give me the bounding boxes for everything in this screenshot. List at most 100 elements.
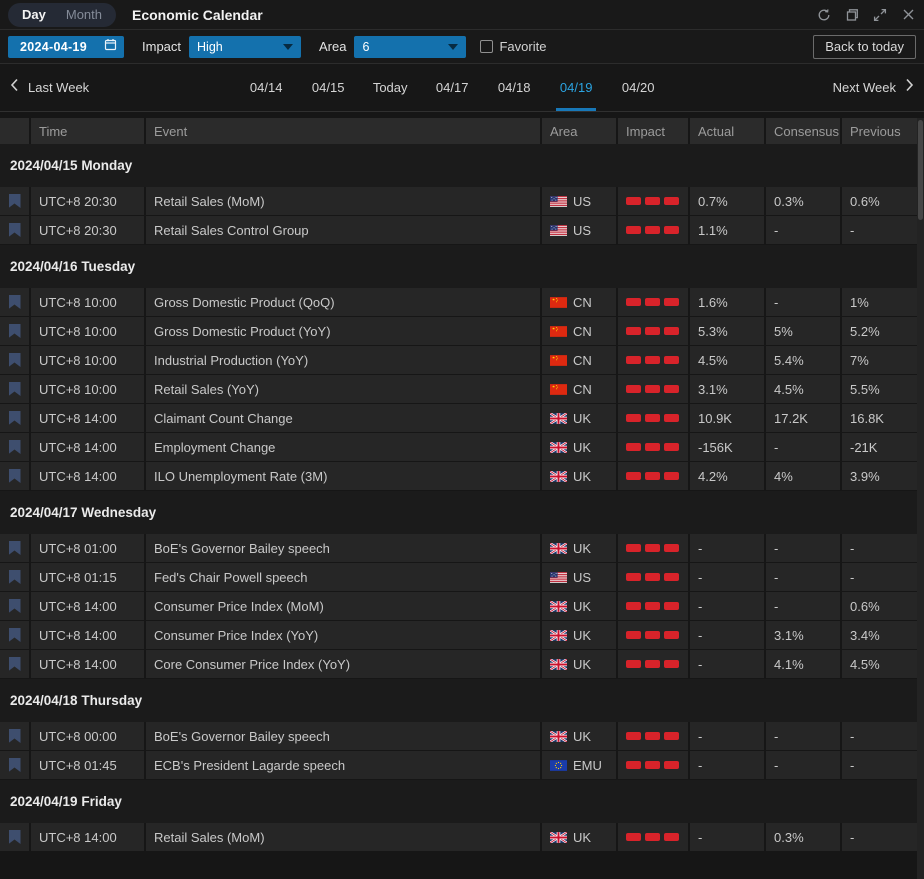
flag-cn-icon [550, 355, 567, 366]
event-cell: Consumer Price Index (YoY) [146, 621, 540, 649]
impact-cell [618, 375, 688, 403]
area-code: UK [573, 657, 591, 672]
day-tabs: 04/1404/15Today04/1704/1804/1904/20 [235, 64, 669, 111]
time-cell: UTC+8 10:00 [31, 346, 144, 374]
impact-dropdown[interactable]: High [189, 36, 301, 58]
consensus-cell: - [766, 288, 840, 316]
previous-cell: 3.4% [842, 621, 924, 649]
actual-cell: - [690, 563, 764, 591]
scrollbar-thumb[interactable] [918, 120, 923, 220]
bookmark-icon[interactable] [9, 570, 21, 584]
bookmark-icon[interactable] [9, 541, 21, 555]
favorite-checkbox-group[interactable]: Favorite [480, 39, 546, 54]
table-row[interactable]: UTC+8 01:00BoE's Governor Bailey speechU… [0, 534, 924, 562]
consensus-cell: 4.5% [766, 375, 840, 403]
table-row[interactable]: UTC+8 14:00Claimant Count ChangeUK10.9K1… [0, 404, 924, 432]
bookmark-cell [0, 187, 29, 215]
day-tab-04-20[interactable]: 04/20 [607, 64, 669, 111]
day-section-header: 2024/04/16 Tuesday [0, 245, 924, 288]
table-row[interactable]: UTC+8 14:00Core Consumer Price Index (Yo… [0, 650, 924, 678]
favorite-checkbox[interactable] [480, 40, 493, 53]
tab-month[interactable]: Month [56, 3, 112, 27]
popout-icon[interactable] [844, 7, 860, 23]
previous-cell: -21K [842, 433, 924, 461]
bookmark-icon[interactable] [9, 295, 21, 309]
table-row[interactable]: UTC+8 14:00ILO Unemployment Rate (3M)UK4… [0, 462, 924, 490]
time-cell: UTC+8 14:00 [31, 404, 144, 432]
close-icon[interactable] [900, 7, 916, 23]
next-week-button[interactable]: Next Week [833, 64, 914, 111]
bookmark-icon[interactable] [9, 223, 21, 237]
previous-cell: - [842, 722, 924, 750]
date-picker[interactable]: 2024-04-19 [8, 36, 124, 58]
flag-us-icon [550, 225, 567, 236]
day-tab-04-17[interactable]: 04/17 [421, 64, 483, 111]
event-cell: BoE's Governor Bailey speech [146, 722, 540, 750]
table-row[interactable]: UTC+8 14:00Consumer Price Index (MoM)UK-… [0, 592, 924, 620]
table-row[interactable]: UTC+8 14:00Retail Sales (MoM)UK-0.3%- [0, 823, 924, 851]
area-cell: CN [542, 317, 616, 345]
area-code: UK [573, 541, 591, 556]
back-to-today-button[interactable]: Back to today [813, 35, 916, 59]
bookmark-icon[interactable] [9, 758, 21, 772]
bookmark-icon[interactable] [9, 353, 21, 367]
table-row[interactable]: UTC+8 00:00BoE's Governor Bailey speechU… [0, 722, 924, 750]
table-row[interactable]: UTC+8 10:00Gross Domestic Product (QoQ)C… [0, 288, 924, 316]
consensus-cell: - [766, 722, 840, 750]
bookmark-icon[interactable] [9, 411, 21, 425]
day-tab-04-18[interactable]: 04/18 [483, 64, 545, 111]
table-row[interactable]: UTC+8 20:30Retail Sales Control GroupUS1… [0, 216, 924, 244]
table-row[interactable]: UTC+8 14:00Employment ChangeUK-156K--21K [0, 433, 924, 461]
area-cell: CN [542, 346, 616, 374]
flag-emu-icon [550, 760, 567, 771]
time-cell: UTC+8 14:00 [31, 592, 144, 620]
time-cell: UTC+8 00:00 [31, 722, 144, 750]
bookmark-cell [0, 563, 29, 591]
consensus-cell: 0.3% [766, 187, 840, 215]
impact-bars-icon [626, 602, 679, 610]
area-code: CN [573, 382, 592, 397]
day-tab-04-15[interactable]: 04/15 [297, 64, 359, 111]
bookmark-icon[interactable] [9, 194, 21, 208]
previous-cell: 5.5% [842, 375, 924, 403]
time-cell: UTC+8 14:00 [31, 462, 144, 490]
table-row[interactable]: UTC+8 10:00Gross Domestic Product (YoY) C… [0, 317, 924, 345]
tab-day[interactable]: Day [12, 3, 56, 27]
expand-icon[interactable] [872, 7, 888, 23]
area-code: CN [573, 324, 592, 339]
flag-cn-icon [550, 384, 567, 395]
chevron-down-icon [283, 44, 293, 50]
refresh-icon[interactable] [816, 7, 832, 23]
table-row[interactable]: UTC+8 14:00Consumer Price Index (YoY)UK-… [0, 621, 924, 649]
last-week-label: Last Week [28, 80, 89, 95]
bookmark-icon[interactable] [9, 830, 21, 844]
table-row[interactable]: UTC+8 20:30Retail Sales (MoM)US0.7%0.3%0… [0, 187, 924, 215]
table-row[interactable]: UTC+8 10:00Industrial Production (YoY)CN… [0, 346, 924, 374]
bookmark-icon[interactable] [9, 469, 21, 483]
table-row[interactable]: UTC+8 01:15Fed's Chair Powell speechUS--… [0, 563, 924, 591]
bookmark-icon[interactable] [9, 382, 21, 396]
day-tab-today[interactable]: Today [359, 64, 421, 111]
bookmark-icon[interactable] [9, 628, 21, 642]
area-value: 6 [362, 40, 369, 54]
area-cell: UK [542, 462, 616, 490]
vertical-scrollbar[interactable] [917, 118, 924, 879]
time-cell: UTC+8 01:45 [31, 751, 144, 779]
impact-bars-icon [626, 414, 679, 422]
event-cell: Gross Domestic Product (YoY) [146, 317, 540, 345]
area-dropdown[interactable]: 6 [354, 36, 466, 58]
table-row[interactable]: UTC+8 01:45ECB's President Lagarde speec… [0, 751, 924, 779]
day-tab-04-19[interactable]: 04/19 [545, 64, 607, 111]
time-cell: UTC+8 10:00 [31, 317, 144, 345]
bookmark-cell [0, 288, 29, 316]
bookmark-icon[interactable] [9, 729, 21, 743]
bookmark-icon[interactable] [9, 324, 21, 338]
bookmark-icon[interactable] [9, 657, 21, 671]
bookmark-icon[interactable] [9, 599, 21, 613]
last-week-button[interactable]: Last Week [10, 64, 89, 111]
bookmark-icon[interactable] [9, 440, 21, 454]
previous-cell: 4.5% [842, 650, 924, 678]
day-tab-04-14[interactable]: 04/14 [235, 64, 297, 111]
bookmark-cell [0, 433, 29, 461]
table-row[interactable]: UTC+8 10:00Retail Sales (YoY)CN3.1%4.5%5… [0, 375, 924, 403]
